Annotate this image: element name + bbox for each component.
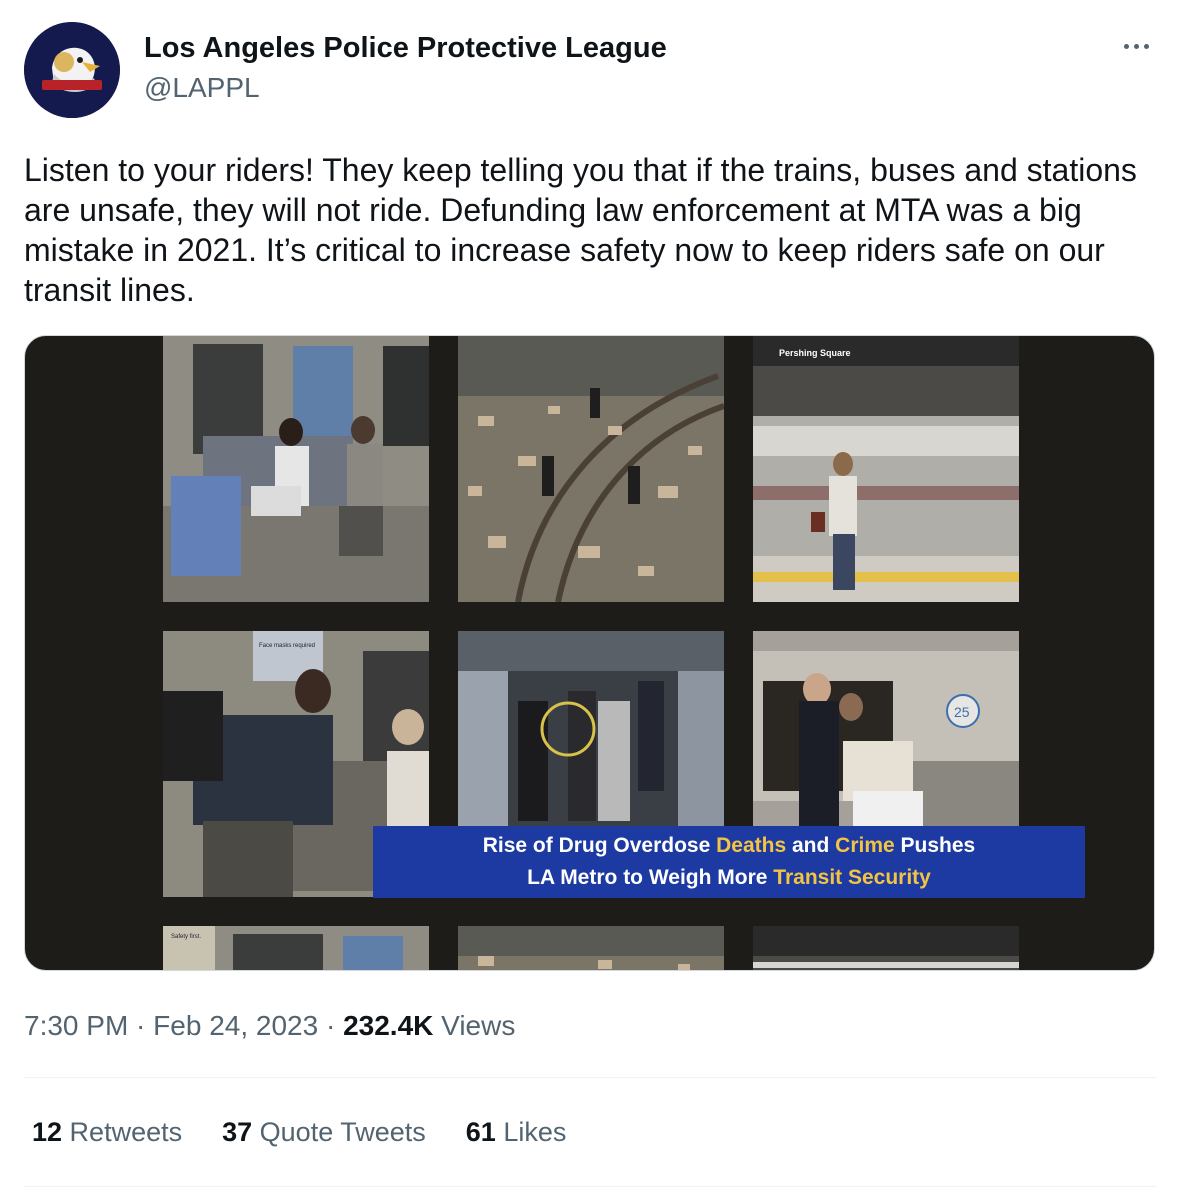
author-names: Los Angeles Police Protective League @LA… [144,30,667,106]
news-headline-banner: Rise of Drug Overdose Deaths and Crime P… [373,826,1085,898]
views-count: 232.4K [343,1010,434,1041]
tweet-media[interactable]: Pershing Square Face masks required 25 S… [24,335,1155,971]
more-options-icon[interactable] [1118,34,1154,58]
tweet-header: Los Angeles Police Protective League @LA… [24,22,1156,122]
safety-sign-text: Safety first. [171,934,201,940]
banner-line-1: Rise of Drug Overdose Deaths and Crime P… [482,834,976,857]
tweet-date[interactable]: Feb 24, 2023 [153,1010,318,1041]
divider [24,1077,1156,1078]
author-handle[interactable]: @LAPPL [144,70,667,106]
photo-station-repeat [753,926,1019,970]
tweet-text: Listen to your riders! They keep telling… [24,152,1146,308]
mask-sign-text: Face masks required [259,643,315,649]
avatar[interactable] [24,22,120,118]
photo-tracks-debris [458,336,724,602]
tweet-meta: 7:30 PM · Feb 24, 2023 · 232.4K Views [24,1010,516,1041]
tweet-time[interactable]: 7:30 PM [24,1010,128,1041]
banner-line-2: LA Metro to Weigh More Transit Security [527,866,931,889]
author-display-name[interactable]: Los Angeles Police Protective League [144,30,667,66]
quote-tweets-stat[interactable]: 37 Quote Tweets [222,1112,426,1152]
photo-train-interior-repeat: Safety first. [163,926,429,970]
retweets-stat[interactable]: 12 Retweets [32,1112,182,1152]
views-label: Views [433,1010,516,1041]
media-collage: Pershing Square Face masks required 25 S… [163,336,1085,970]
likes-stat[interactable]: 61 Likes [466,1112,567,1152]
car-number-text: 25 [954,704,970,720]
engagement-stats: 12 Retweets 37 Quote Tweets 61 Likes [32,1112,566,1152]
eagle-logo-icon [24,22,120,118]
divider [24,1186,1156,1187]
photo-train-interior-riders [163,336,429,602]
photo-station-platform: Pershing Square [753,336,1019,602]
station-sign-text: Pershing Square [779,348,851,358]
photo-tracks-repeat [458,926,724,970]
